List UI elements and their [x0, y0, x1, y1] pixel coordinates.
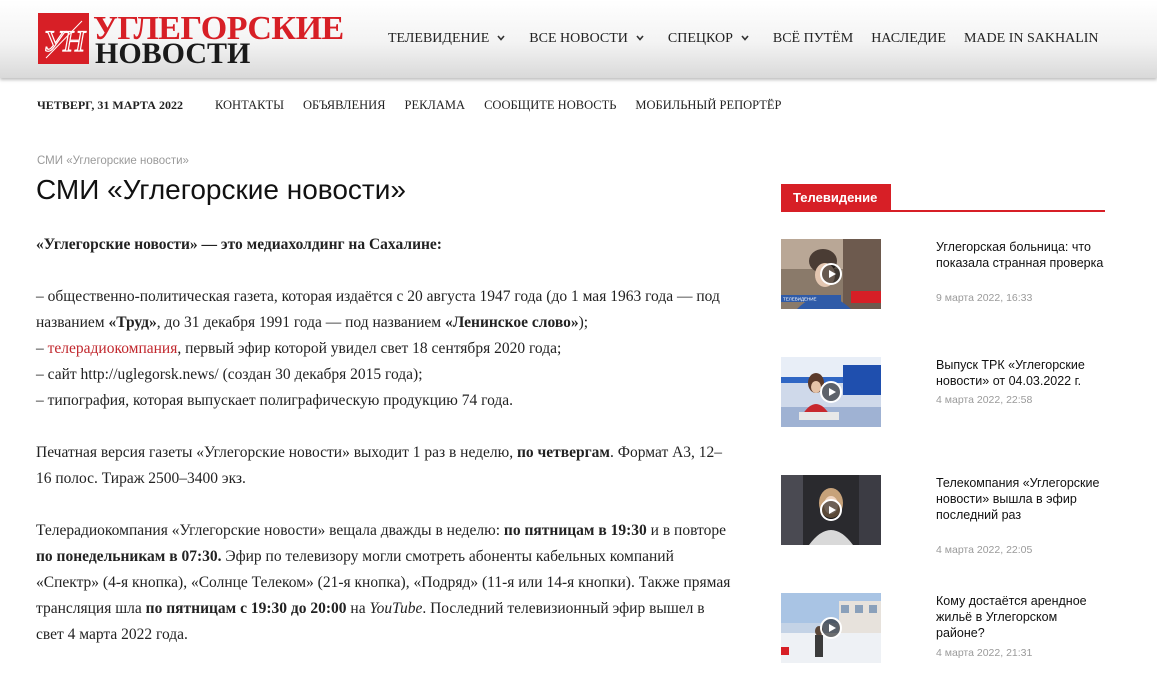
logo-mark-icon: УН — [38, 13, 89, 64]
top-link-submit-news[interactable]: СООБЩИТЕ НОВОСТЬ — [484, 98, 616, 113]
paragraph-print: Печатная версия газеты «Углегорские ново… — [36, 444, 723, 487]
play-icon[interactable] — [820, 381, 842, 403]
play-icon[interactable] — [820, 499, 842, 521]
chevron-down-icon — [741, 34, 749, 42]
news-thumbnail[interactable]: ТЕЛЕВИДЕНИЕ — [781, 239, 881, 309]
nav-item-label: ТЕЛЕВИДЕНИЕ — [388, 31, 490, 46]
nav-item-vse-putem[interactable]: ВСЁ ПУТЁМ — [773, 30, 853, 48]
news-thumbnail[interactable] — [781, 475, 881, 545]
site-header: УН УГЛЕГОРСКИЕ НОВОСТИ ТЕЛЕВИДЕНИЕ ВСЕ Н… — [0, 0, 1157, 78]
article-body: «Углегорские новости» — это медиахолдинг… — [36, 232, 736, 648]
page-title: СМИ «Углегорские новости» — [36, 174, 406, 205]
list-item: – телерадиокомпания, первый эфир которой… — [36, 340, 562, 357]
list-item: – типография, которая выпускает полиграф… — [36, 392, 514, 409]
nav-item-speckor[interactable]: СПЕЦКОР — [668, 30, 749, 48]
nav-item-made-in-sakhalin[interactable]: MADE IN SAKHALIN — [964, 30, 1099, 48]
news-date: 4 марта 2022, 22:05 — [936, 544, 1033, 556]
top-link-ads[interactable]: ОБЪЯВЛЕНИЯ — [303, 98, 386, 113]
news-thumbnail[interactable] — [781, 357, 881, 427]
logo-mark-text: УН — [43, 25, 87, 58]
thumb-caption: ТЕЛЕВИДЕНИЕ — [783, 297, 816, 302]
nav-item-label: СПЕЦКОР — [667, 31, 733, 46]
article-intro: «Углегорские новости» — это медиахолдинг… — [36, 232, 736, 258]
nav-item-nasledie[interactable]: НАСЛЕДИЕ — [871, 30, 946, 48]
news-title[interactable]: Телекомпания «Углегорские новости» вышла… — [936, 475, 1106, 523]
play-icon[interactable] — [820, 617, 842, 639]
intro-text: «Углегорские новости» — это медиахолдинг… — [36, 236, 442, 253]
play-icon[interactable] — [820, 263, 842, 285]
chevron-down-icon — [636, 34, 644, 42]
news-title[interactable]: Выпуск ТРК «Углегорские новости» от 04.0… — [936, 357, 1106, 389]
sidebar-news-item[interactable]: Телекомпания «Углегорские новости» вышла… — [781, 475, 1111, 556]
tv-company-link[interactable]: телерадиокомпания — [48, 340, 178, 357]
top-link-contacts[interactable]: КОНТАКТЫ — [215, 98, 284, 113]
sidebar-header: Телевидение — [781, 184, 1105, 212]
list-item: – общественно-политическая газета, котор… — [36, 288, 720, 331]
main-navigation: ТЕЛЕВИДЕНИЕ ВСЕ НОВОСТИ СПЕЦКОР ВСЁ ПУТЁ… — [388, 30, 1099, 48]
news-date: 4 марта 2022, 21:31 — [936, 647, 1033, 659]
nav-item-all-news[interactable]: ВСЕ НОВОСТИ — [529, 30, 644, 48]
nav-item-label: MADE IN SAKHALIN — [963, 31, 1099, 46]
chevron-down-icon — [497, 34, 505, 42]
site-logo[interactable]: УН УГЛЕГОРСКИЕ НОВОСТИ — [38, 10, 344, 70]
nav-item-label: ВСЁ ПУТЁМ — [772, 31, 854, 46]
top-link-advertising[interactable]: РЕКЛАМА — [405, 98, 466, 113]
logo-title-line2: НОВОСТИ — [95, 37, 251, 70]
nav-item-label: НАСЛЕДИЕ — [871, 31, 946, 46]
list-item: – сайт http://uglegorsk.news/ (создан 30… — [36, 366, 423, 383]
nav-item-televidenie[interactable]: ТЕЛЕВИДЕНИЕ — [388, 30, 505, 48]
news-title[interactable]: Углегорская больница: что показала стран… — [936, 239, 1106, 271]
breadcrumb[interactable]: СМИ «Углегорские новости» — [37, 155, 189, 167]
sidebar-news-item[interactable]: Выпуск ТРК «Углегорские новости» от 04.0… — [781, 357, 1111, 437]
top-bar: ЧЕТВЕРГ, 31 МАРТА 2022 КОНТАКТЫ ОБЪЯВЛЕН… — [37, 96, 800, 114]
news-date: 4 марта 2022, 22:58 — [936, 394, 1033, 406]
news-title[interactable]: Кому достаётся арендное жильё в Углегорс… — [936, 593, 1106, 641]
nav-item-label: ВСЕ НОВОСТИ — [529, 31, 628, 46]
sidebar-tab-tv[interactable]: Телевидение — [781, 184, 891, 212]
sidebar-news-item[interactable]: Кому достаётся арендное жильё в Углегорс… — [781, 593, 1111, 673]
news-thumbnail[interactable] — [781, 593, 881, 663]
current-date: ЧЕТВЕРГ, 31 МАРТА 2022 — [37, 97, 183, 112]
paragraph-tv: Телерадиокомпания «Углегорские новости» … — [36, 522, 731, 643]
news-date: 9 марта 2022, 16:33 — [936, 292, 1033, 304]
top-link-mobile-reporter[interactable]: МОБИЛЬНЫЙ РЕПОРТЁР — [635, 98, 781, 113]
sidebar-news-item[interactable]: ТЕЛЕВИДЕНИЕ Углегорская больница: что по… — [781, 239, 1111, 319]
